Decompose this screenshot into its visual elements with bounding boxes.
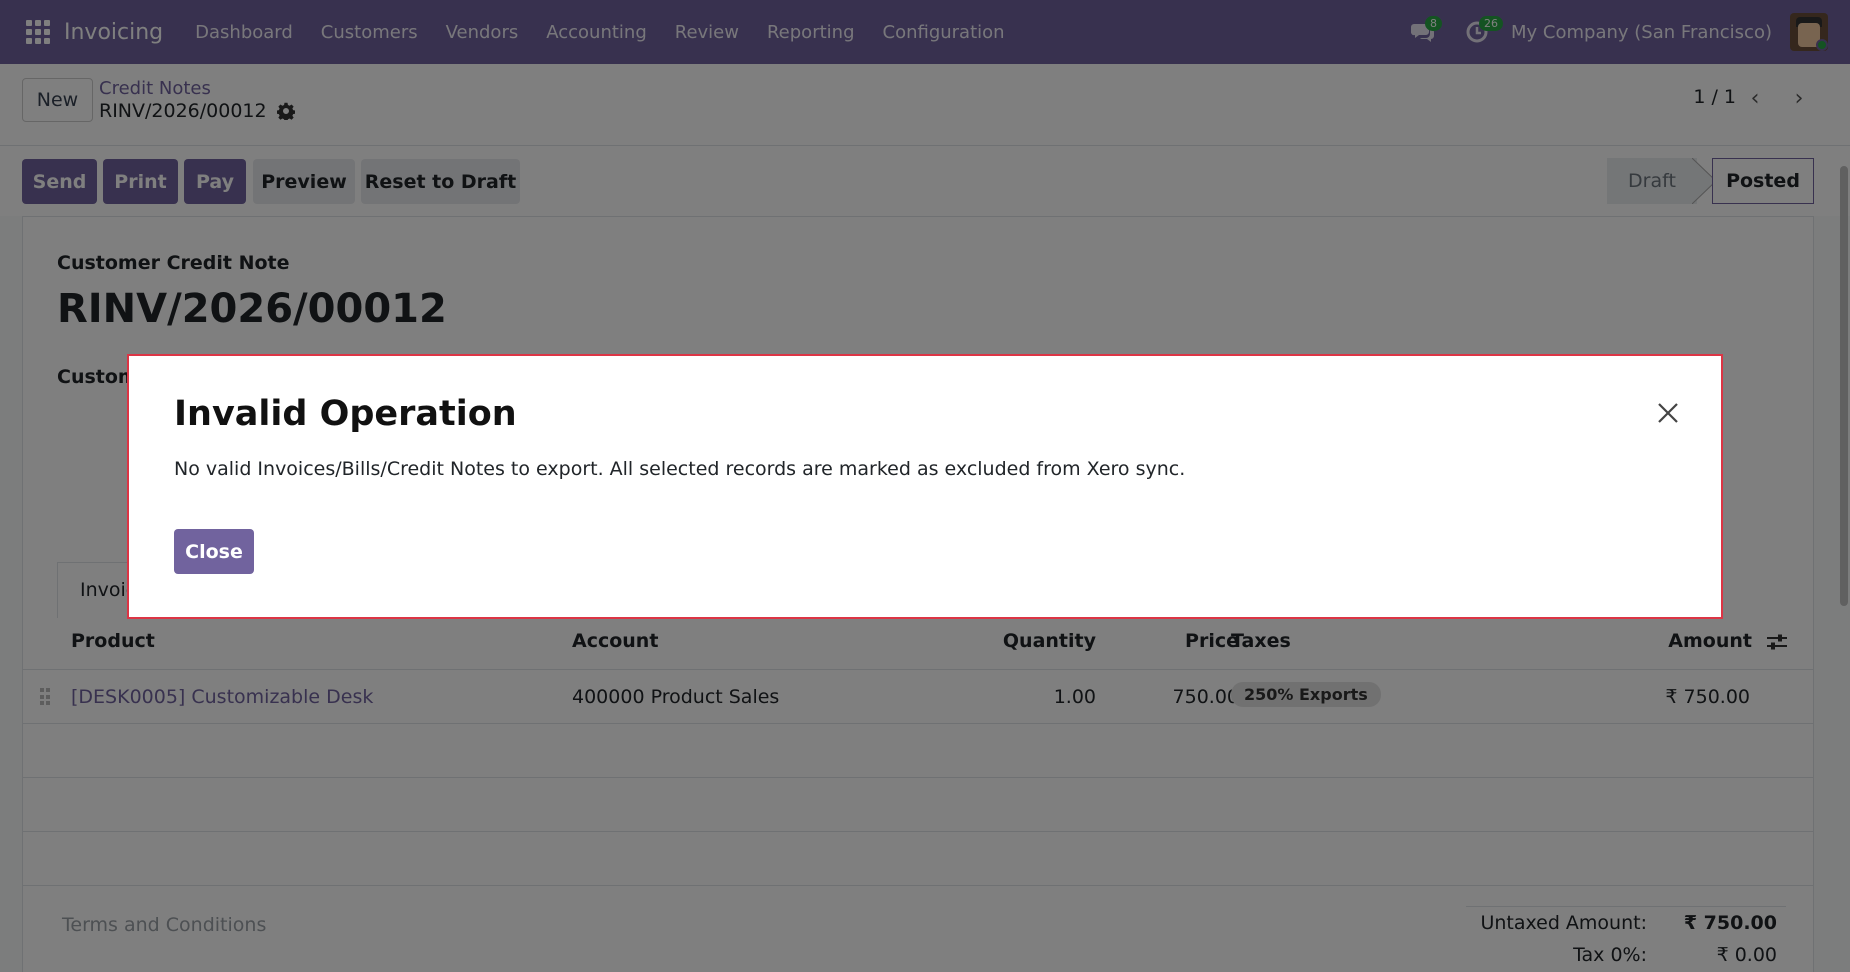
dialog-message: No valid Invoices/Bills/Credit Notes to … — [174, 458, 1186, 480]
dialog-title: Invalid Operation — [174, 394, 517, 434]
close-button[interactable]: Close — [174, 529, 254, 574]
close-icon[interactable] — [1653, 398, 1683, 428]
error-dialog: Invalid Operation No valid Invoices/Bill… — [127, 354, 1723, 619]
